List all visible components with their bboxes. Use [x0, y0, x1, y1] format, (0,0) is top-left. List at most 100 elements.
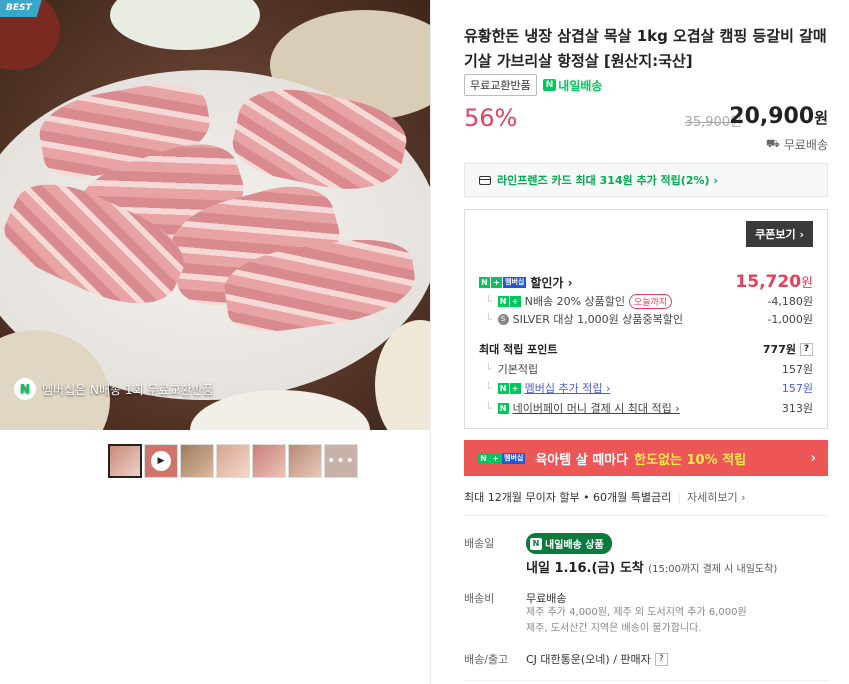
product-gallery: BEST N 멤버십은 N배송 1회 무료교환반품 ▶ •••	[0, 0, 430, 684]
discount-rate: 56%	[464, 104, 518, 132]
thumbnail-4[interactable]	[216, 444, 250, 478]
chevron-right-icon: ›	[810, 450, 816, 466]
nplus-n: N	[497, 295, 509, 307]
truck-icon: ⛟	[765, 137, 780, 150]
delivery-date-label: 배송일	[464, 537, 495, 550]
side-dish-image	[110, 0, 260, 50]
thumbnail-3[interactable]	[180, 444, 214, 478]
thumbnail-strip: ▶ •••	[108, 444, 358, 478]
installment-text: 최대 12개월 무이자 할부 • 60개월 특별금리	[464, 491, 672, 504]
separator: |	[677, 490, 681, 504]
arrival-text: 내일 1.16.(금) 도착	[526, 561, 644, 576]
membership-caption: N 멤버십은 N배송 1회 무료교환반품	[14, 378, 214, 400]
indent-mark: └	[485, 362, 492, 376]
tomorrow-delivery-badge-label: 내일배송 상품	[545, 540, 604, 551]
silver-value: -1,000원	[767, 313, 813, 326]
sale-price-value: 20,900	[729, 104, 815, 129]
caption-text: 멤버십은 N배송 1회 무료교환반품	[42, 382, 214, 397]
play-icon: ▶	[151, 451, 171, 471]
points-row: 최대 적립 포인트 777원 ?	[479, 341, 813, 357]
won-unit: 원	[801, 276, 813, 291]
base-points-value: 157원	[781, 363, 813, 376]
nplus-plus: +	[509, 295, 521, 307]
free-exchange-chip: 무료교환반품	[464, 74, 537, 96]
tomorrow-delivery-badge: N 내일배송 상품	[526, 533, 612, 554]
base-points-row: └ 기본적립 157원	[479, 361, 813, 377]
silver-discount-row: └ S SILVER 대상 1,000원 상품중복할인 -1,000원	[479, 311, 813, 327]
tomorrow-delivery-label: 내일배송	[558, 78, 603, 93]
section-divider	[464, 680, 828, 681]
thumbnail-6[interactable]	[288, 444, 322, 478]
n-delivery-value: -4,180원	[767, 295, 813, 308]
product-chips: 무료교환반품 N 내일배송	[464, 74, 602, 96]
today-only-badge: 오늘까지	[629, 293, 673, 309]
npay-points-value: 313원	[781, 402, 813, 415]
thumbnail-video[interactable]: ▶	[144, 444, 178, 478]
n-delivery-discount-row: └ N + N배송 20% 상품할인 오늘까지 -4,180원	[479, 293, 813, 309]
nplus-plus: +	[490, 452, 501, 464]
product-main-image[interactable]: BEST N 멤버십은 N배송 1회 무료교환반품	[0, 0, 430, 430]
shipping-fee: 무료배송	[526, 592, 567, 605]
n-delivery-label: N배송 20% 상품할인	[524, 295, 626, 308]
card-offer[interactable]: 라인프렌즈 카드 최대 314원 추가 적립(2%) ›	[464, 163, 828, 197]
card-offer-text: 라인프렌즈 카드 최대 314원 추가 적립(2%) ›	[497, 174, 718, 187]
discount-price-row[interactable]: N + 멤버십 할인가 › 15,720원	[479, 272, 813, 292]
installment-info: 최대 12개월 무이자 할부 • 60개월 특별금리 | 자세히보기 ›	[464, 489, 745, 505]
indent-mark: └	[485, 312, 492, 326]
naver-n-icon: N	[14, 378, 36, 400]
thumbnail-more[interactable]: •••	[324, 444, 358, 478]
nplus-membership-icon: N + 멤버십	[479, 276, 527, 288]
delivery-pill: N 내일배송 상품	[526, 533, 612, 554]
naver-n-icon: N	[542, 79, 557, 91]
points-label: 최대 적립 포인트	[479, 343, 558, 356]
naver-n-icon: N	[530, 537, 542, 550]
nplus-membership: 멤버십	[502, 452, 526, 464]
nplus-plus: +	[491, 276, 502, 288]
benefit-box: 쿠폰보기 › N + 멤버십 할인가 › 15,720원 └ N + N배송 20% …	[464, 209, 828, 429]
nplus-n: N	[497, 382, 509, 394]
npay-points-row[interactable]: └ N 네이버페이 머니 결제 시 최대 적립 › 313원	[479, 400, 813, 416]
nplus-n: N	[478, 452, 489, 464]
npay-points-link[interactable]: 네이버페이 머니 결제 시 최대 적립 ›	[513, 400, 680, 416]
shipping-carrier-text: CJ 대한통운(오네) / 판매자	[526, 653, 651, 666]
discount-price-label: 할인가 ›	[530, 275, 573, 290]
promo-banner[interactable]: N + 멤버십 육아템 살 때마다 한도없는 10% 적립 ›	[464, 440, 828, 476]
discount-price-value: 15,720	[735, 272, 802, 292]
shipping-carrier: CJ 대한통운(오네) / 판매자 ?	[526, 651, 668, 667]
indent-mark: └	[485, 381, 492, 395]
indent-mark: └	[485, 294, 492, 308]
column-divider	[430, 0, 431, 684]
more-icon: •••	[327, 453, 355, 469]
points-amount: 777원	[762, 343, 796, 356]
base-points-label: 기본적립	[497, 363, 539, 376]
shipping-info: ⛟ 무료배송	[766, 136, 828, 153]
shipping-fee-label: 배송비	[464, 592, 495, 605]
coupon-button[interactable]: 쿠폰보기 ›	[746, 221, 813, 247]
nplus-n: N	[479, 276, 490, 288]
promo-highlight: 한도없는 10% 적립	[634, 452, 747, 468]
section-divider	[464, 515, 828, 516]
naver-pay-icon: N	[497, 402, 509, 414]
shipping-fee-note-2: 제주, 도서산간 지역은 배송이 불가합니다.	[526, 623, 702, 634]
help-icon[interactable]: ?	[800, 342, 813, 356]
discount-price: 15,720원	[735, 272, 813, 292]
thumbnail-5[interactable]	[252, 444, 286, 478]
promo-text: 육아템 살 때마다	[535, 452, 629, 468]
arrival-date: 내일 1.16.(금) 도착 (15:00까지 결제 시 내일도착)	[526, 557, 777, 576]
help-icon[interactable]: ?	[654, 652, 668, 666]
tomorrow-delivery-tag: N 내일배송	[542, 77, 603, 94]
thumbnail-1[interactable]	[108, 444, 142, 478]
membership-points-row[interactable]: └ N + 멤버십 추가 적립 › 157원	[479, 380, 813, 396]
membership-points-link[interactable]: 멤버십 추가 적립 ›	[525, 380, 611, 396]
shipping-text: 무료배송	[783, 138, 828, 152]
installment-more-link[interactable]: 자세히보기 ›	[687, 489, 746, 505]
best-badge: BEST	[0, 0, 42, 17]
nplus-icon: N +	[497, 382, 521, 394]
product-title: 유황한돈 냉장 삼겹살 목살 1kg 오겹살 캠핑 등갈비 갈매기살 가브리살 …	[464, 27, 827, 70]
indent-mark: └	[485, 401, 492, 415]
shipping-fee-note-1: 제주 추가 4,000원, 제주 외 도서지역 추가 6,000원	[526, 607, 747, 618]
silver-label: SILVER 대상 1,000원 상품중복할인	[512, 313, 683, 326]
nplus-membership-icon: N + 멤버십	[478, 452, 526, 464]
silver-grade-icon: S	[497, 313, 509, 325]
membership-points-value: 157원	[781, 382, 813, 395]
